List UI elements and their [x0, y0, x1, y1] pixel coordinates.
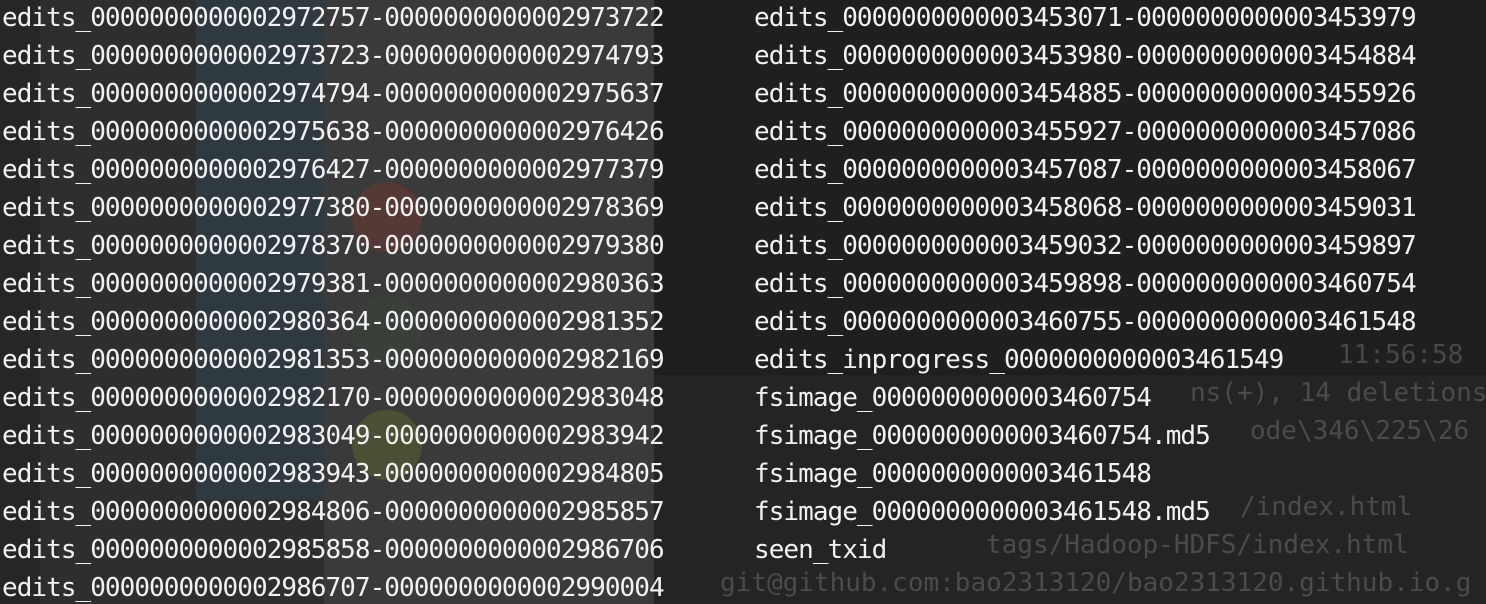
file-entry-fsimage: fsimage_0000000000003461548	[754, 459, 1152, 489]
file-entry: edits_0000000000002975638-00000000000029…	[2, 117, 665, 147]
terminal-window[interactable]: 11:56:58 ns(+), 14 deletions( ode\346\22…	[0, 0, 1486, 604]
file-entry-fsimage: fsimage_0000000000003460754	[754, 383, 1152, 413]
file-entry: edits_0000000000002972757-00000000000029…	[2, 3, 665, 33]
file-entry: edits_0000000000002984806-00000000000029…	[2, 497, 665, 527]
file-list-right-column: edits_0000000000003453071-00000000000034…	[754, 0, 1417, 569]
file-list-left-column: edits_0000000000002972757-00000000000029…	[2, 0, 665, 604]
file-entry: edits_0000000000002978370-00000000000029…	[2, 231, 665, 261]
file-entry: edits_0000000000002977380-00000000000029…	[2, 193, 665, 223]
file-entry: edits_0000000000002980364-00000000000029…	[2, 307, 665, 337]
file-entry-inprogress: edits_inprogress_0000000000003461549	[754, 345, 1284, 375]
file-entry-fsimage: fsimage_0000000000003461548.md5	[754, 497, 1211, 527]
terminal-output[interactable]: edits_0000000000002972757-00000000000029…	[0, 0, 1486, 604]
file-entry: edits_0000000000002981353-00000000000029…	[2, 345, 665, 375]
file-entry: edits_0000000000003457087-00000000000034…	[754, 155, 1417, 185]
file-entry: edits_0000000000003453071-00000000000034…	[754, 3, 1417, 33]
file-entry: edits_0000000000003459032-00000000000034…	[754, 231, 1417, 261]
file-entry: edits_0000000000003455927-00000000000034…	[754, 117, 1417, 147]
file-entry: edits_0000000000003460755-00000000000034…	[754, 307, 1417, 337]
file-entry: edits_0000000000002983943-00000000000029…	[2, 459, 665, 489]
file-entry-fsimage: fsimage_0000000000003460754.md5	[754, 421, 1211, 451]
file-entry: edits_0000000000003453980-00000000000034…	[754, 41, 1417, 71]
file-entry: edits_0000000000002974794-00000000000029…	[2, 79, 665, 109]
file-entry: edits_0000000000002976427-00000000000029…	[2, 155, 665, 185]
file-entry: edits_0000000000003459898-00000000000034…	[754, 269, 1417, 299]
file-entry: edits_0000000000002983049-00000000000029…	[2, 421, 665, 451]
file-entry: edits_0000000000002973723-00000000000029…	[2, 41, 665, 71]
file-entry: edits_0000000000002986707-00000000000029…	[2, 573, 665, 603]
file-entry: edits_0000000000003458068-00000000000034…	[754, 193, 1417, 223]
file-entry: edits_0000000000002982170-00000000000029…	[2, 383, 665, 413]
file-entry: edits_0000000000002985858-00000000000029…	[2, 535, 665, 565]
file-entry-seen-txid: seen_txid	[754, 535, 887, 565]
file-entry: edits_0000000000002979381-00000000000029…	[2, 269, 665, 299]
file-entry: edits_0000000000003454885-00000000000034…	[754, 79, 1417, 109]
